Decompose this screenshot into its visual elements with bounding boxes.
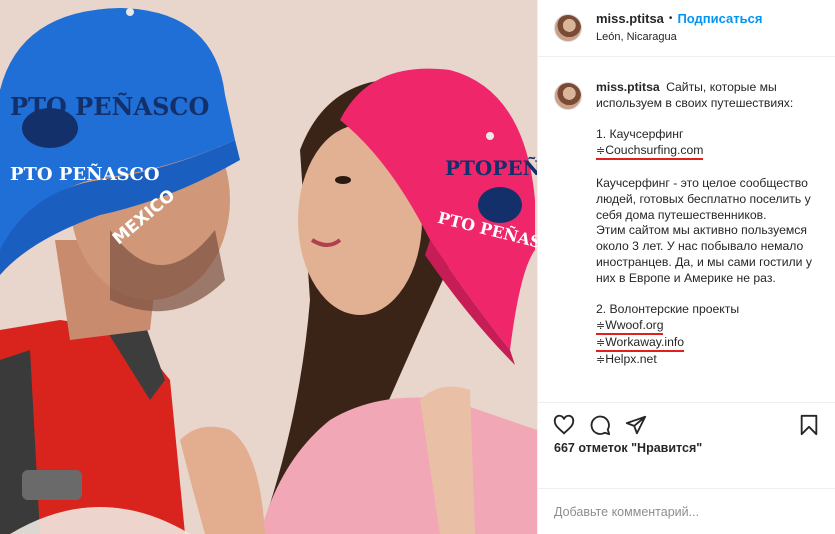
arrow-icon: ≑ xyxy=(596,337,606,350)
helpx-link-text: Helpx.net xyxy=(605,352,657,367)
location-link[interactable]: León, Nicaragua xyxy=(596,29,762,45)
arrow-icon: ≑ xyxy=(596,320,606,333)
item1-title: 1. Каучсерфинг xyxy=(596,127,684,142)
post-caption: miss.ptitsa Сайты, которые мы используем… xyxy=(596,80,819,402)
couchsurfing-link-text: Couchsurfing.com xyxy=(605,143,704,158)
couchsurfing-link[interactable]: ≑Couchsurfing.com xyxy=(596,143,704,161)
instagram-post: PTO PEÑASCO PTO PEÑASCO MEXICO PTOPEÑ PT… xyxy=(0,0,835,534)
heart-icon[interactable] xyxy=(552,413,576,437)
share-icon[interactable] xyxy=(624,413,648,437)
arrow-icon: ≑ xyxy=(596,145,606,158)
wwoof-link[interactable]: ≑Wwoof.org xyxy=(596,318,664,336)
wwoof-link-text: Wwoof.org xyxy=(605,318,664,333)
workaway-link[interactable]: ≑Workaway.info xyxy=(596,335,685,353)
item1-description: Каучсерфинг - это целое сообщество людей… xyxy=(596,175,811,222)
item2-title: 2. Волонтерские проекты xyxy=(596,302,740,317)
header-top: miss.ptitsa • Подписаться xyxy=(596,11,762,27)
likes-count[interactable]: 667 отметок "Нравится" xyxy=(554,441,702,455)
cap2-text1: PTOPEÑ xyxy=(445,156,537,180)
header-text: miss.ptitsa • Подписаться León, Nicaragu… xyxy=(596,11,762,45)
post-photo[interactable]: PTO PEÑASCO PTO PEÑASCO MEXICO PTOPEÑ PT… xyxy=(0,0,537,534)
caption-username[interactable]: miss.ptitsa xyxy=(596,80,660,94)
item1-description-2: Этим сайтом мы активно пользуемся около … xyxy=(596,223,812,285)
workaway-link-text: Workaway.info xyxy=(605,335,685,350)
strap-buckle xyxy=(22,470,82,500)
username-link[interactable]: miss.ptitsa xyxy=(596,11,664,27)
avatar[interactable] xyxy=(554,14,582,42)
cap1-text1: PTO PEÑASCO xyxy=(10,92,209,121)
action-bar xyxy=(538,402,835,446)
post-sidebar: miss.ptitsa • Подписаться León, Nicaragu… xyxy=(537,0,835,534)
bookmark-icon[interactable] xyxy=(797,413,821,437)
comment-input[interactable] xyxy=(554,504,819,519)
cap1-text2: PTO PEÑASCO xyxy=(10,162,160,185)
photo-illustration: PTO PEÑASCO PTO PEÑASCO MEXICO PTOPEÑ PT… xyxy=(0,0,537,534)
separator-dot: • xyxy=(668,13,673,24)
follow-button[interactable]: Подписаться xyxy=(677,11,762,27)
helpx-link[interactable]: ≑Helpx.net xyxy=(596,352,657,366)
comment-form xyxy=(538,488,835,534)
arrow-icon: ≑ xyxy=(596,354,606,367)
comment-icon[interactable] xyxy=(588,413,612,437)
caption-avatar[interactable] xyxy=(554,82,582,110)
post-header: miss.ptitsa • Подписаться León, Nicaragu… xyxy=(538,0,835,57)
comments-section[interactable]: miss.ptitsa Сайты, которые мы используем… xyxy=(538,58,835,402)
